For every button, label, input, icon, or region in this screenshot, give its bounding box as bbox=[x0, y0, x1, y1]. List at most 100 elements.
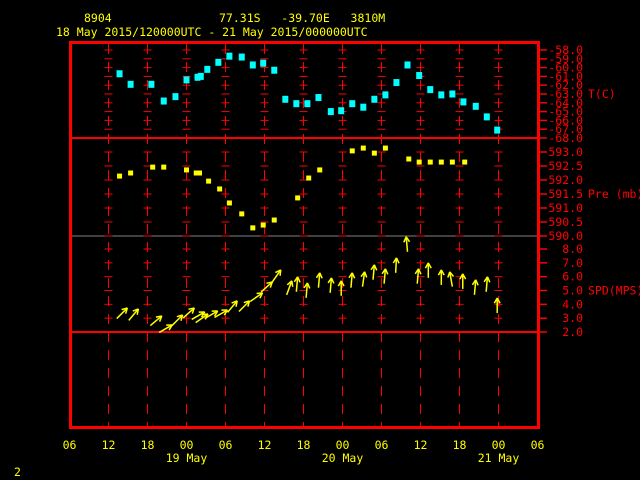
panel-label-pressure: Pre (mb) bbox=[588, 187, 640, 201]
x-tick-label: 06 bbox=[63, 438, 77, 452]
wind-arrow bbox=[293, 276, 301, 292]
wind-arrow bbox=[392, 257, 400, 273]
wind-arrow bbox=[471, 279, 479, 295]
pressure-point bbox=[206, 178, 212, 184]
temperature-point bbox=[293, 100, 300, 108]
axis-tick-label: 6.0 bbox=[562, 270, 583, 284]
pressure-point bbox=[416, 159, 422, 165]
wind-arrow bbox=[360, 271, 368, 287]
wind-arrow bbox=[337, 280, 345, 296]
pressure-point bbox=[197, 170, 202, 176]
x-tick-label: 18 bbox=[453, 438, 467, 452]
x-tick-label: 00 bbox=[336, 438, 350, 452]
temperature-point bbox=[460, 98, 467, 106]
axis-tick-label: 591.0 bbox=[548, 201, 583, 215]
data-marks bbox=[116, 52, 501, 334]
temperature-point bbox=[327, 108, 334, 116]
wind-arrow bbox=[249, 292, 264, 303]
x-tick-label: 18 bbox=[297, 438, 311, 452]
right-axes: -58.0-59.0-60.0-61.0-62.0-63.0-64.0-65.0… bbox=[538, 43, 640, 339]
temperature-point bbox=[249, 61, 256, 69]
axis-tick-label: 3.0 bbox=[562, 311, 583, 325]
axis-tick-label: 592.0 bbox=[548, 173, 583, 187]
temperature-point bbox=[416, 72, 423, 80]
wind-arrow bbox=[315, 272, 323, 288]
temperature-point bbox=[349, 100, 356, 108]
axis-tick-label: 590.0 bbox=[548, 229, 583, 243]
grid bbox=[70, 44, 538, 426]
temperature-point bbox=[472, 102, 479, 110]
x-tick-label: 00 bbox=[492, 438, 506, 452]
temperature-point bbox=[449, 90, 456, 98]
temperature-point bbox=[197, 72, 204, 80]
temperature-point bbox=[260, 59, 267, 67]
x-tick-label: 06 bbox=[219, 438, 233, 452]
temperature-point bbox=[404, 61, 411, 69]
temperature-point bbox=[238, 53, 245, 61]
pressure-point bbox=[449, 159, 455, 165]
axis-tick-label: 7.0 bbox=[562, 256, 583, 270]
wind-arrow bbox=[271, 269, 282, 283]
pressure-point bbox=[306, 175, 312, 181]
wind-arrow bbox=[327, 277, 335, 293]
wind-arrow bbox=[437, 269, 445, 285]
panel-label-temperature: T(C) bbox=[588, 87, 616, 101]
temperature-point bbox=[494, 126, 501, 134]
wind-arrow bbox=[226, 300, 238, 313]
axis-tick-label: 591.5 bbox=[548, 187, 583, 201]
pressure-point bbox=[427, 159, 433, 165]
station-location: 77.31S -39.70E 3810M bbox=[219, 11, 385, 25]
pressure-point bbox=[406, 156, 412, 162]
panel-label-wind: SPD(MPS) bbox=[588, 284, 640, 298]
wind-arrow-head bbox=[447, 271, 451, 278]
temperature-point bbox=[271, 66, 278, 74]
temperature-point bbox=[338, 107, 345, 115]
temperature-point bbox=[282, 95, 289, 103]
time-axis: 06 12 18 00 06 12 18 00 06 12 18 00 06 19 May 20 May 21… bbox=[63, 438, 545, 465]
pressure-point bbox=[349, 148, 355, 154]
date-label: 21 May bbox=[478, 451, 520, 465]
pressure-point bbox=[226, 200, 232, 206]
page-number: 2 bbox=[14, 465, 21, 479]
axis-tick-label: 593.0 bbox=[548, 145, 583, 159]
date-label: 20 May bbox=[322, 451, 364, 465]
x-tick-label: 00 bbox=[180, 438, 194, 452]
meteogram-chart: 8904 77.31S -39.70E 3810M 18 May 2015/12… bbox=[14, 11, 640, 479]
wind-arrow bbox=[370, 264, 378, 280]
wind-arrow bbox=[182, 307, 196, 319]
pressure-point bbox=[150, 164, 156, 170]
axis-tick-label: 592.5 bbox=[548, 159, 583, 173]
x-tick-label: 06 bbox=[375, 438, 389, 452]
wind-arrow bbox=[348, 272, 356, 288]
pressure-point bbox=[161, 164, 167, 170]
temperature-point bbox=[371, 95, 378, 103]
pressure-point bbox=[295, 195, 301, 201]
axis-tick-label: 5.0 bbox=[562, 284, 583, 298]
temperature-point bbox=[427, 86, 434, 94]
temperature-point bbox=[315, 94, 322, 102]
wind-arrow bbox=[459, 273, 467, 289]
wind-arrow bbox=[128, 308, 140, 321]
wind-arrow bbox=[424, 262, 432, 278]
pressure-point bbox=[250, 225, 256, 231]
temperature-point bbox=[148, 80, 155, 88]
temperature-point bbox=[160, 97, 167, 105]
wind-arrow bbox=[238, 300, 251, 313]
wind-arrow bbox=[483, 276, 491, 292]
wind-arrow bbox=[116, 307, 129, 320]
pressure-point bbox=[117, 173, 123, 179]
x-tick-label: 12 bbox=[102, 438, 116, 452]
temperature-point bbox=[393, 79, 400, 87]
temperature-point bbox=[226, 52, 233, 60]
pressure-point bbox=[438, 159, 444, 165]
wind-arrow bbox=[403, 236, 411, 252]
temperature-point bbox=[382, 91, 389, 99]
wind-arrow-head bbox=[291, 280, 294, 287]
temperature-point bbox=[172, 93, 179, 101]
temperature-point bbox=[127, 80, 134, 88]
x-tick-label: 12 bbox=[258, 438, 272, 452]
pressure-point bbox=[271, 217, 277, 223]
temperature-point bbox=[304, 100, 311, 108]
station-id: 8904 bbox=[84, 11, 112, 25]
pressure-point bbox=[462, 159, 468, 165]
